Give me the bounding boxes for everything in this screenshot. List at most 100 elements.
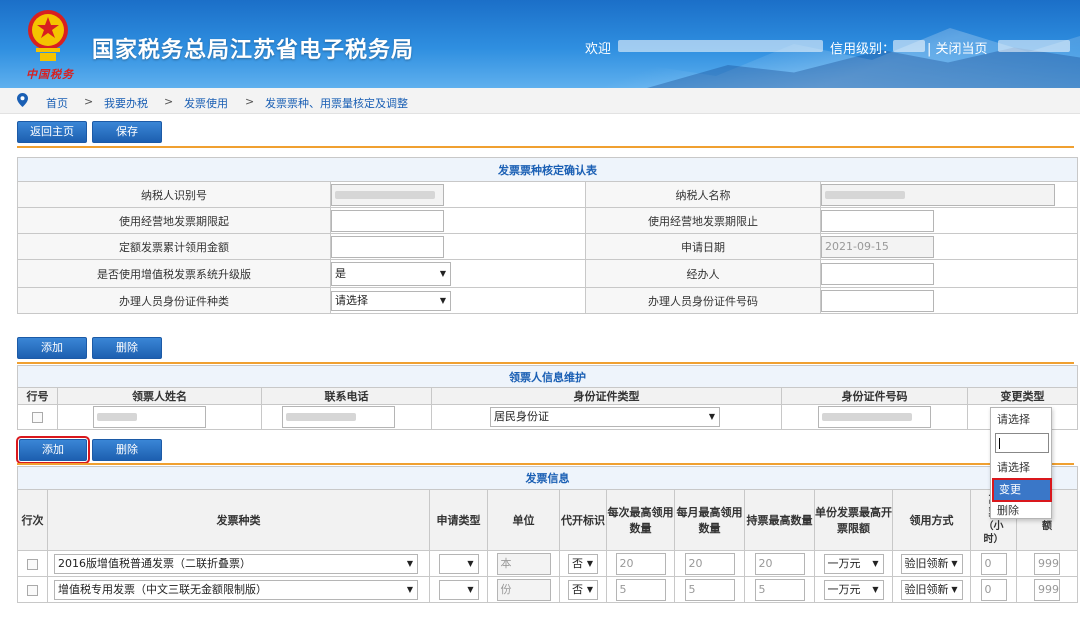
period-end-input[interactable] xyxy=(821,209,934,232)
fixed-amount-label: 定额发票累计领用金额 xyxy=(17,233,331,260)
breadcrumb-current: 发票票种、用票量核定及调整 xyxy=(265,97,408,110)
apply-date-field: 2021-09-15 xyxy=(821,235,934,258)
max-per-time-input[interactable]: 5 xyxy=(615,578,666,601)
taxpayer-name-label: 纳税人名称 xyxy=(585,181,821,208)
close-page-link[interactable]: | 关闭当页 xyxy=(927,38,988,57)
col-invoice-type: 发票种类 xyxy=(47,489,430,551)
handler-label: 经办人 xyxy=(585,259,821,288)
breadcrumb-separator: > xyxy=(164,95,174,108)
agent-flag-select[interactable]: 否 xyxy=(568,553,598,574)
id-number-row-input[interactable] xyxy=(818,406,931,428)
col-collector-name: 领票人姓名 xyxy=(57,387,262,405)
delete-collector-button[interactable]: 删除 xyxy=(92,337,162,359)
id-type-row-select[interactable]: 居民身份证 xyxy=(490,407,720,427)
tax-emblem-icon xyxy=(28,10,68,61)
offline-amount-input[interactable]: 9999 xyxy=(1034,552,1060,575)
col-collect-method: 领用方式 xyxy=(892,489,971,551)
taxpayer-id-label: 纳税人识别号 xyxy=(17,181,331,208)
taxpayer-id-field xyxy=(331,183,444,206)
confirm-table-caption: 发票票种核定确认表 xyxy=(17,157,1078,182)
invoice-type-select[interactable]: 增值税专用发票（中文三联无金额限制版） xyxy=(54,579,418,600)
collect-method-select[interactable]: 验旧领新 xyxy=(900,579,963,600)
row-checkbox[interactable] xyxy=(27,584,38,596)
dropdown-option-change[interactable]: 变更 xyxy=(992,478,1052,502)
section-divider xyxy=(17,146,1074,148)
apply-date-label: 申请日期 xyxy=(585,233,821,260)
save-button[interactable]: 保存 xyxy=(92,121,162,143)
redacted-username xyxy=(618,40,823,52)
col-id-number: 身份证件号码 xyxy=(781,387,968,405)
breadcrumb-invoice-use[interactable]: 发票使用 xyxy=(184,95,228,111)
unit-field: 本 xyxy=(496,552,551,575)
col-phone: 联系电话 xyxy=(261,387,432,405)
site-header: 中国税务 国家税务总局江苏省电子税务局 欢迎 信用级别： | 关闭当页 xyxy=(0,0,1080,88)
col-agent-flag: 代开标识 xyxy=(559,489,607,551)
phone-input[interactable] xyxy=(282,406,395,428)
col-change-type: 变更类型 xyxy=(967,387,1078,405)
agent-flag-select[interactable]: 否 xyxy=(568,579,598,600)
welcome-text: 欢迎 xyxy=(585,42,612,57)
offline-amount-input[interactable]: 9999 xyxy=(1034,578,1060,601)
collector-table: 领票人信息维护 行号 领票人姓名 联系电话 身份证件类型 身份证件号码 变更类型… xyxy=(17,365,1078,430)
max-hold-input[interactable]: 5 xyxy=(754,578,805,601)
id-type-select[interactable]: 请选择 xyxy=(331,290,451,311)
fixed-amount-input[interactable] xyxy=(331,235,444,258)
invoice-type-confirm-table: 发票票种核定确认表 纳税人识别号 纳税人名称 使用经营地发票期限起 使用经营地发… xyxy=(17,157,1078,314)
period-end-label: 使用经营地发票期限止 xyxy=(585,207,821,234)
col-max-per-time: 每次最高领用数量 xyxy=(606,489,675,551)
col-row-no: 行号 xyxy=(17,387,58,405)
dropdown-option-placeholder[interactable]: 请选择 xyxy=(991,411,1051,429)
dropdown-option-select[interactable]: 请选择 xyxy=(991,459,1051,477)
max-per-time-input[interactable]: 20 xyxy=(615,552,666,575)
unit-field: 份 xyxy=(496,578,551,601)
id-number-label: 办理人员身份证件号码 xyxy=(585,287,821,314)
breadcrumb-tax-service[interactable]: 我要办税 xyxy=(104,95,148,111)
max-per-month-input[interactable]: 20 xyxy=(684,552,735,575)
breadcrumb-home[interactable]: 首页 xyxy=(46,95,68,111)
upgrade-system-select[interactable]: 是 xyxy=(331,261,451,286)
collect-method-select[interactable]: 验旧领新 xyxy=(900,553,963,574)
dropdown-filter-input[interactable] xyxy=(995,433,1049,453)
handler-input[interactable] xyxy=(821,262,934,285)
emblem-caption: 中国税务 xyxy=(26,68,74,81)
collector-name-input[interactable] xyxy=(93,406,206,428)
invoice-table-caption: 发票信息 xyxy=(17,466,1078,490)
row-checkbox[interactable] xyxy=(32,412,43,423)
col-unit: 单位 xyxy=(487,489,560,551)
collector-table-caption: 领票人信息维护 xyxy=(17,365,1078,388)
add-invoice-button[interactable]: 添加 xyxy=(16,436,90,464)
breadcrumb: 首页 > 我要办税 > 发票使用 > 发票票种、用票量核定及调整 xyxy=(0,88,1080,114)
id-number-input[interactable] xyxy=(821,289,934,312)
add-collector-button[interactable]: 添加 xyxy=(17,337,87,359)
location-pin-icon xyxy=(17,93,28,107)
breadcrumb-separator: > xyxy=(245,95,255,108)
col-max-limit: 单份发票最高开票限额 xyxy=(814,489,893,551)
breadcrumb-separator: > xyxy=(84,95,94,108)
apply-type-select[interactable] xyxy=(438,579,479,600)
col-max-hold: 持票最高数量 xyxy=(744,489,815,551)
delete-invoice-button[interactable]: 删除 xyxy=(92,439,162,461)
period-start-label: 使用经营地发票期限起 xyxy=(17,207,331,234)
apply-type-select[interactable] xyxy=(438,553,479,574)
max-limit-select[interactable]: 一万元 xyxy=(823,579,884,600)
change-type-dropdown: 请选择 请选择 变更 删除 xyxy=(990,407,1052,519)
invoice-table: 发票信息 行次 发票种类 申请类型 单位 代开标识 每次最高领用数量 每月最高领… xyxy=(17,466,1078,603)
col-row-index: 行次 xyxy=(17,489,48,551)
section-divider xyxy=(17,362,1074,364)
max-limit-select[interactable]: 一万元 xyxy=(823,553,884,574)
section-divider xyxy=(17,463,1074,465)
id-type-label: 办理人员身份证件种类 xyxy=(17,287,331,314)
max-hold-input[interactable]: 20 xyxy=(754,552,805,575)
period-start-input[interactable] xyxy=(331,209,444,232)
credit-level-label: 信用级别： xyxy=(830,42,896,57)
row-checkbox[interactable] xyxy=(27,558,38,570)
col-id-type: 身份证件类型 xyxy=(431,387,782,405)
invoice-type-select[interactable]: 2016版增值税普通发票（二联折叠票） xyxy=(54,553,418,574)
redacted-info xyxy=(998,40,1070,52)
back-home-button[interactable]: 返回主页 xyxy=(17,121,87,143)
offline-hours-input[interactable]: 0 xyxy=(980,552,1007,575)
dropdown-option-delete[interactable]: 删除 xyxy=(991,502,1051,520)
taxpayer-name-field xyxy=(821,183,1055,206)
max-per-month-input[interactable]: 5 xyxy=(684,578,735,601)
offline-hours-input[interactable]: 0 xyxy=(980,578,1007,601)
